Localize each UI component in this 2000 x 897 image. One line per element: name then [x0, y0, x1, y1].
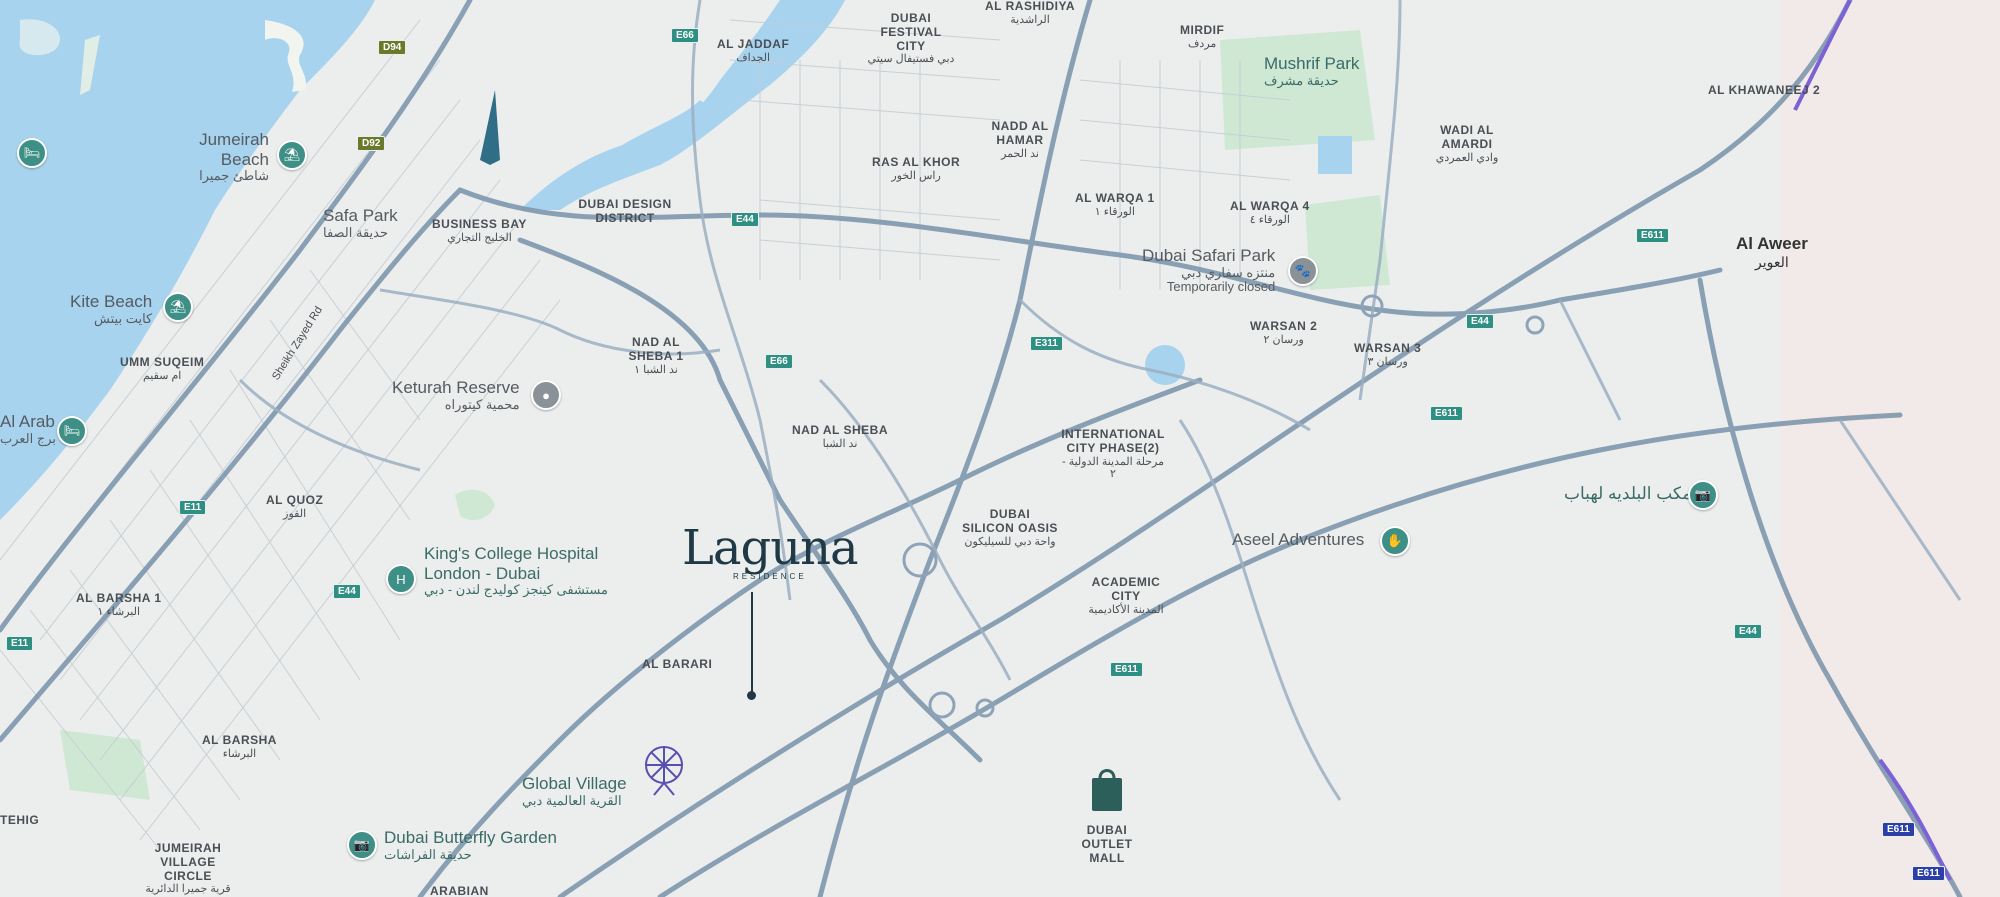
- area-al-khawaneej-2: AL KHAWANEEJ 2: [1708, 83, 1821, 97]
- camera-pin-icon[interactable]: 📷: [347, 830, 377, 860]
- area-international-city: INTERNATIONAL CITY PHASE(2) مرحلة المدينة…: [1061, 427, 1165, 481]
- hospital-pin-icon[interactable]: H: [386, 564, 416, 594]
- shield-d92: D92: [357, 136, 386, 151]
- area-dubai-design-district: DUBAI DESIGN DISTRICT: [578, 197, 672, 225]
- poi-maktab-albaladia[interactable]: مكب البلديه لهباب: [1564, 484, 1691, 504]
- area-al-barsha: AL BARSHA البرشاء: [202, 733, 277, 760]
- shield-e611: E611: [1882, 822, 1915, 837]
- area-nad-al-sheba: NAD AL SHEBA ند الشبا: [792, 423, 889, 450]
- logo-pointer-line: [751, 592, 753, 694]
- area-al-warqa-4: AL WARQA 4 الورقاء ٤: [1230, 199, 1310, 226]
- poi-al-arab[interactable]: Al Arab برج العرب: [0, 412, 56, 446]
- shield-e611: E611: [1636, 228, 1669, 243]
- shield-e44: E44: [333, 584, 361, 599]
- area-al-jaddaf: AL JADDAF الجداف: [717, 37, 790, 64]
- shield-e44: E44: [1466, 314, 1494, 329]
- hotel-pin-icon[interactable]: 🛏: [57, 416, 87, 446]
- area-business-bay: BUSINESS BAY الخليج التجاري: [432, 217, 527, 244]
- activity-pin-icon[interactable]: ✋: [1380, 526, 1410, 556]
- area-dubai-outlet-mall: DUBAI OUTLET MALL: [1081, 823, 1133, 865]
- shield-d94: D94: [378, 40, 407, 55]
- poi-dubai-safari-park[interactable]: Dubai Safari Park منتزه سفاري دبي Temporar…: [1142, 246, 1275, 295]
- place-al-aweer[interactable]: Al Aweer العوير: [1736, 234, 1808, 270]
- shield-e611: E611: [1110, 662, 1143, 677]
- area-academic-city: ACADEMIC CITY المدينة الأكاديمية: [1088, 575, 1164, 616]
- area-wadi-al-amardi: WADI AL AMARDI وادي العمردي: [1435, 123, 1499, 164]
- logo-location-dot: [747, 691, 756, 700]
- poi-kings-college-hospital[interactable]: King's College Hospital London - Dubai مست…: [424, 544, 608, 598]
- area-mirdif: MIRDIF مردف: [1180, 23, 1225, 50]
- poi-dubai-butterfly-garden[interactable]: Dubai Butterfly Garden حديقة الفراشات: [384, 828, 557, 862]
- area-nad-al-sheba-1: NAD AL SHEBA 1 ند الشبا ١: [628, 335, 684, 376]
- poi-kite-beach[interactable]: Kite Beach كايت بيتش: [70, 292, 152, 326]
- area-al-warqa-1: AL WARQA 1 الورقاء ١: [1075, 191, 1155, 218]
- area-al-barari: AL BARARI: [642, 657, 713, 671]
- shield-e611: E611: [1912, 866, 1945, 881]
- shield-e11: E11: [179, 500, 207, 515]
- area-tehig: TEHIG: [0, 813, 40, 827]
- shield-e66: E66: [765, 354, 793, 369]
- poi-global-village[interactable]: Global Village القرية العالمية دبي: [522, 774, 627, 808]
- shield-e66: E66: [671, 28, 699, 43]
- area-al-quoz: AL QUOZ القوز: [266, 493, 324, 520]
- area-al-barsha-1: AL BARSHA 1 البرشاء ١: [76, 591, 162, 618]
- shield-e44: E44: [731, 212, 759, 227]
- burj-khalifa-icon: [480, 90, 500, 165]
- beach-pin-icon[interactable]: ⛱: [277, 140, 307, 170]
- ferris-wheel-icon: [645, 746, 683, 796]
- poi-keturah-reserve[interactable]: Keturah Reserve محمية كيتوراه: [392, 378, 520, 412]
- beach-pin-icon[interactable]: ⛱: [163, 292, 193, 322]
- shield-e611: E611: [1430, 406, 1463, 421]
- map-view[interactable]: AL JADDAF الجداف DUBAI FESTIVAL CITY دبي ف…: [0, 0, 2000, 897]
- poi-mushrif-park[interactable]: Mushrif Park حديقة مشرف: [1264, 54, 1359, 88]
- shield-e311: E311: [1030, 336, 1063, 351]
- logo-wordmark: Laguna: [682, 520, 859, 576]
- shopping-bag-icon: [1092, 769, 1122, 811]
- area-dubai-festival-city: DUBAI FESTIVAL CITY دبي فستيفال سيتي: [867, 11, 955, 66]
- area-jumeirah-village-circle: JUMEIRAH VILLAGE CIRCLE قرية جميرا الدائر…: [145, 841, 231, 896]
- hotel-pin-icon[interactable]: 🛏: [17, 138, 47, 168]
- area-al-rashidiya: AL RASHIDIYA الراشدية: [985, 0, 1076, 26]
- shield-e44: E44: [1734, 624, 1762, 639]
- poi-jumeirah-beach[interactable]: Jumeirah Beach شاطئ جميرا: [193, 130, 269, 184]
- area-warsan-3: WARSAN 3 ورسان ٣: [1354, 341, 1422, 368]
- poi-safa-park[interactable]: Safa Park حديقة الصفا: [323, 206, 398, 240]
- shield-e11: E11: [6, 636, 34, 651]
- poi-aseel-adventures[interactable]: Aseel Adventures: [1232, 530, 1364, 550]
- laguna-residence-logo[interactable]: Laguna RESIDENCE: [682, 520, 859, 581]
- area-dubai-silicon-oasis: DUBAI SILICON OASIS واحة دبي للسيليكون: [962, 507, 1058, 548]
- area-arabian: ARABIAN: [430, 884, 489, 897]
- zoo-paw-icon[interactable]: 🐾: [1288, 256, 1318, 286]
- area-umm-suqeim: UMM SUQEIM ام سقيم: [120, 355, 205, 382]
- location-pin-icon[interactable]: ●: [531, 380, 561, 410]
- camera-pin-icon[interactable]: 📷: [1688, 480, 1718, 510]
- area-warsan-2: WARSAN 2 ورسان ٢: [1250, 319, 1318, 346]
- area-nadd-al-hamar: NADD AL HAMAR ند الحمر: [991, 119, 1049, 160]
- area-ras-al-khor: RAS AL KHOR راس الخور: [872, 155, 961, 182]
